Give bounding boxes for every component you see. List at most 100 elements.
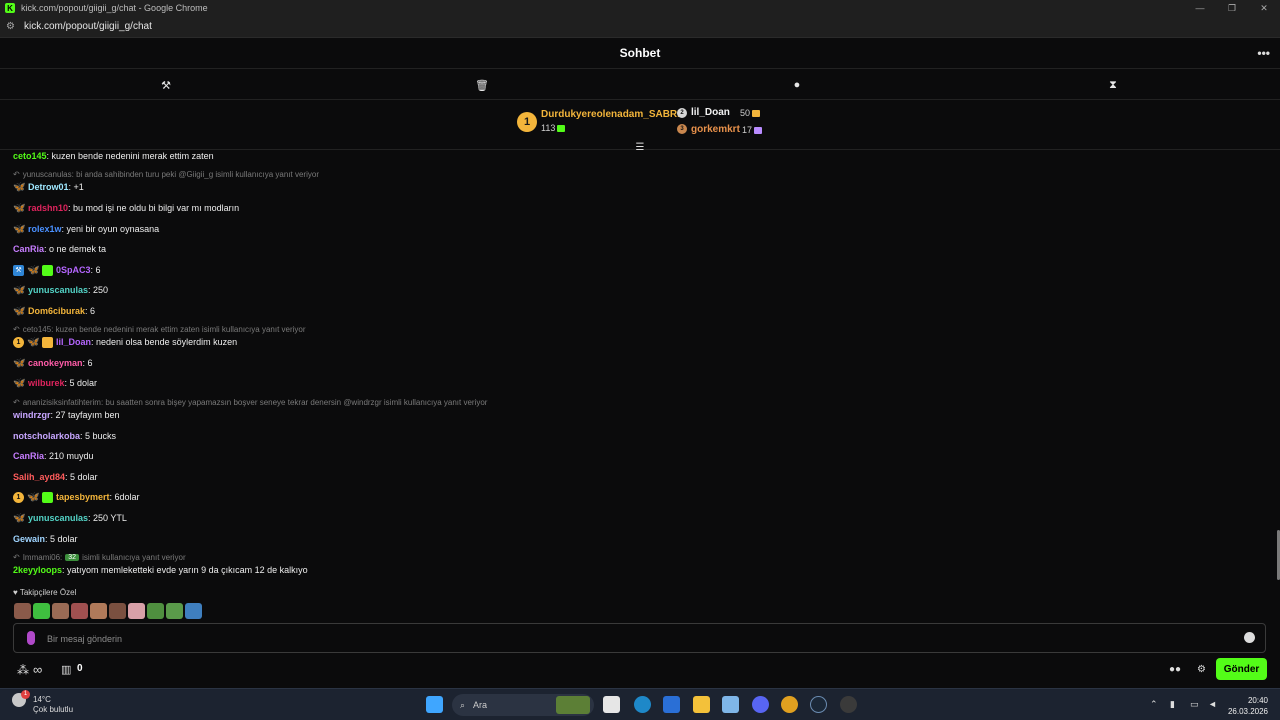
chat-input-box[interactable] <box>13 623 1266 653</box>
emote-icon[interactable] <box>147 603 164 619</box>
emote-icon[interactable] <box>71 603 88 619</box>
url-text[interactable]: kick.com/popout/giigii_g/chat <box>24 21 152 32</box>
message-username[interactable]: CanRia <box>13 244 44 254</box>
chat-message: ceto145 : kuzen bende nedenini merak ett… <box>13 150 214 162</box>
message-username[interactable]: notscholarkoba <box>13 431 80 441</box>
maximize-button[interactable]: ❐ <box>1216 0 1248 16</box>
settings-app-icon[interactable] <box>722 696 739 713</box>
chat-message: CanRia : o ne demek ta <box>13 243 106 255</box>
message-username[interactable]: rolex1w <box>28 224 62 234</box>
gift-icon <box>752 110 761 118</box>
emote-icon[interactable] <box>52 603 69 619</box>
message-username[interactable]: lil_Doan <box>56 337 91 347</box>
steam-icon[interactable] <box>810 696 827 713</box>
emote-icon[interactable] <box>166 603 183 619</box>
message-text: : 6 <box>85 306 96 316</box>
message-text: : 5 dolar <box>65 472 98 482</box>
message-text: : 6 <box>90 265 101 275</box>
butterfly-badge-icon: 🦋 <box>27 336 40 348</box>
message-text: : nedeni olsa bende söylerdim kuzen <box>91 337 238 347</box>
message-input[interactable] <box>47 630 1227 647</box>
trash-icon[interactable]: 🗑 <box>474 77 490 93</box>
more-icon[interactable]: ••• <box>1257 46 1270 60</box>
address-bar[interactable]: ⚙ kick.com/popout/giigii_g/chat <box>0 16 1280 38</box>
butterfly-badge-icon: 🦋 <box>13 357 26 369</box>
reply-context[interactable]: ↶ Immami06: 32 isimli kullanıcıya yanıt … <box>13 552 186 563</box>
start-button-icon[interactable] <box>426 696 443 713</box>
emoji-picker-icon[interactable] <box>1244 632 1255 643</box>
chat-message: 🦋 yunuscanulas : 250 YTL <box>13 512 127 524</box>
gifter-rank-badge-icon: 1 <box>13 336 24 348</box>
channel-points-icon[interactable]: ⁂ <box>17 663 29 677</box>
microphone-icon[interactable] <box>27 631 35 645</box>
emote-icon[interactable] <box>14 603 31 619</box>
chat-settings-bubble-icon[interactable]: ●● <box>1169 664 1181 675</box>
edge-icon[interactable] <box>634 696 651 713</box>
message-username[interactable]: canokeyman <box>28 358 83 368</box>
reply-context[interactable]: ↶ ceto145: kuzen bende nedenini merak et… <box>13 324 306 335</box>
chat-title: Sohbet <box>619 46 661 60</box>
volume-icon[interactable]: ◄ <box>1208 699 1217 709</box>
message-username[interactable]: yunuscanulas <box>28 513 88 523</box>
message-text: : yatıyom memleketteki evde yarın 9 da ç… <box>62 565 308 575</box>
message-username[interactable]: tapesbymert <box>56 492 110 502</box>
emote-bar <box>14 603 204 619</box>
message-username[interactable]: CanRia <box>13 451 44 461</box>
discord-icon[interactable] <box>752 696 769 713</box>
gift-icon <box>754 127 763 135</box>
butterfly-badge-icon: 🦋 <box>13 512 26 524</box>
weather-widget[interactable]: 1 14°C Çok bulutlu <box>12 690 73 714</box>
hourglass-icon[interactable]: ⧗ <box>1105 77 1121 93</box>
store-app-icon[interactable] <box>663 696 680 713</box>
chat-bubble-icon[interactable]: ● <box>789 77 805 93</box>
message-username[interactable]: 2keyyloops <box>13 565 62 575</box>
gear-icon[interactable]: ⚙ <box>1197 664 1206 675</box>
leader-1-name[interactable]: Durdukyereolenadam_SABRI <box>541 109 680 120</box>
message-text: : 27 tayfayım ben <box>50 410 120 420</box>
emote-icon[interactable] <box>109 603 126 619</box>
message-username[interactable]: Salih_ayd84 <box>13 472 65 482</box>
microphone-tray-icon[interactable]: ▮ <box>1170 699 1175 710</box>
leader-2-name[interactable]: lil_Doan <box>691 107 730 118</box>
close-button[interactable]: ✕ <box>1248 0 1280 16</box>
chat-message: Salih_ayd84 : 5 dolar <box>13 471 98 483</box>
message-username[interactable]: Dom6ciburak <box>28 306 85 316</box>
taskbar-search[interactable]: ⌕ Ara <box>452 694 594 716</box>
message-username[interactable]: Detrow01 <box>28 182 69 192</box>
emote-icon[interactable] <box>90 603 107 619</box>
message-username[interactable]: Gewain <box>13 534 45 544</box>
leader-3-name[interactable]: gorkemkrt <box>691 124 740 135</box>
message-username[interactable]: yunuscanulas <box>28 285 88 295</box>
chrome-icon[interactable] <box>781 696 798 713</box>
message-text: : 6 <box>82 358 93 368</box>
window-title: kick.com/popout/giigii_g/chat - Google C… <box>21 3 208 13</box>
chat-message: 1 🦋 lil_Doan : nedeni olsa bende söylerd… <box>13 336 237 348</box>
emote-icon[interactable] <box>185 603 202 619</box>
chat-footer: ⁂ ∞ ▥ 0 ●● ⚙ Gönder <box>0 656 1280 688</box>
butterfly-badge-icon: 🦋 <box>13 305 26 317</box>
network-icon[interactable]: ▭ <box>1190 699 1199 710</box>
message-username[interactable]: wilburek <box>28 378 65 388</box>
emote-icon[interactable] <box>33 603 50 619</box>
chevron-up-icon[interactable]: ⌃ <box>1150 699 1158 710</box>
hammer-icon[interactable]: ⚒ <box>158 77 174 93</box>
message-username[interactable]: windrzgr <box>13 410 51 420</box>
send-button[interactable]: Gönder <box>1216 658 1267 680</box>
file-explorer-icon[interactable] <box>693 696 710 713</box>
app-icon[interactable] <box>840 696 857 713</box>
message-username[interactable]: radshn10 <box>28 203 68 213</box>
reply-context[interactable]: ↶ ananizisiksinfatihterim: bu saatten so… <box>13 397 487 408</box>
task-view-icon[interactable] <box>603 696 620 713</box>
gift-icon <box>557 125 566 133</box>
minimize-button[interactable]: — <box>1184 0 1216 16</box>
reply-context[interactable]: ↶ yunuscanulas: bi anda sahibinden turu … <box>13 169 319 180</box>
reply-arrow-icon: ↶ <box>13 170 20 179</box>
message-text: : kuzen bende nedenini merak ettim zaten <box>46 151 214 161</box>
emote-icon[interactable] <box>128 603 145 619</box>
screen: K kick.com/popout/giigii_g/chat - Google… <box>0 0 1280 720</box>
system-clock[interactable]: 20:40 26.03.2026 <box>1226 695 1268 717</box>
site-info-icon[interactable]: ⚙ <box>6 21 20 32</box>
message-username[interactable]: 0SpAC3 <box>56 265 91 275</box>
message-username[interactable]: ceto145 <box>13 151 47 161</box>
store-icon[interactable]: ▥ <box>61 663 71 676</box>
